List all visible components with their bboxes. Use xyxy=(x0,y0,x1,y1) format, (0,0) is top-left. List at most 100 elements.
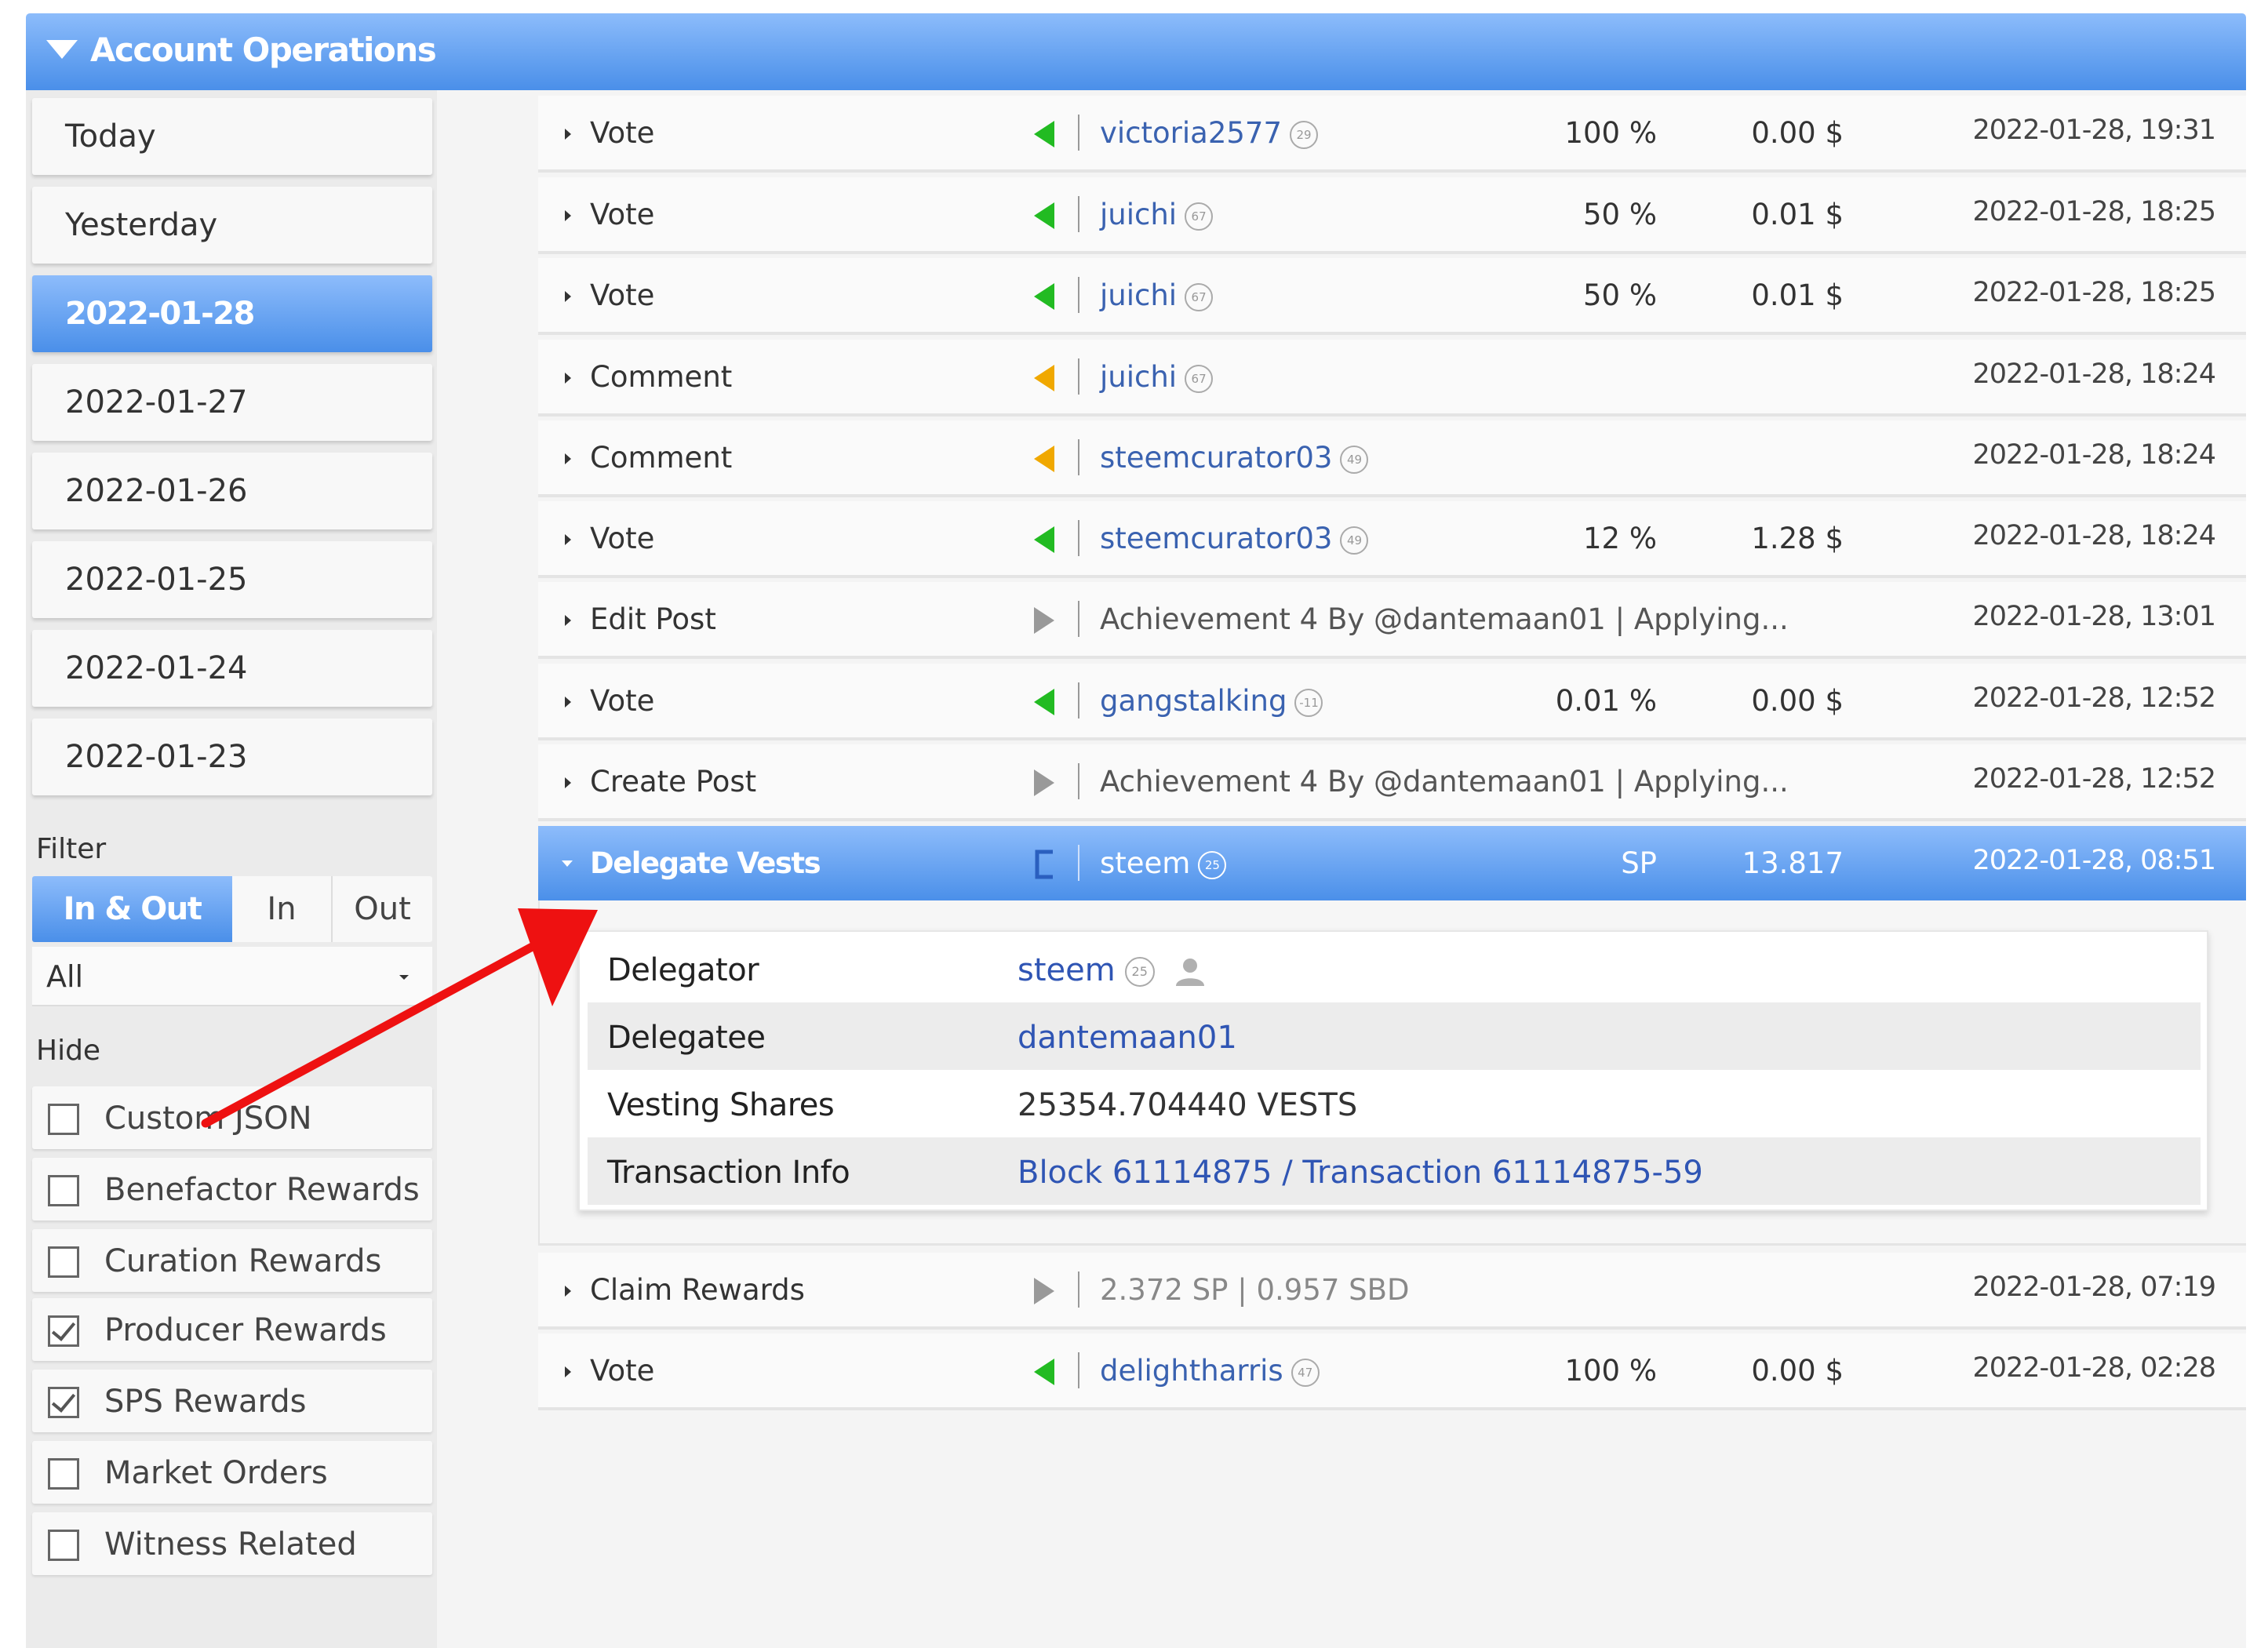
checkbox[interactable] xyxy=(48,1104,79,1135)
caret-right-icon[interactable] xyxy=(565,1366,571,1377)
transaction-link[interactable]: Block 61114875 / Transaction 61114875-59 xyxy=(1018,1155,1703,1191)
operation-row[interactable]: Vote gangstalking -11 0.01 % 0.00 $ 2022-01-2… xyxy=(538,664,2246,740)
reputation-badge: 67 xyxy=(1185,364,1214,393)
hide-market-orders[interactable]: Market Orders xyxy=(32,1441,432,1504)
timestamp: 2022-01-28, 13:01 xyxy=(1972,601,2216,632)
operation-type: Comment xyxy=(590,441,733,475)
date-button-today[interactable]: Today xyxy=(32,98,432,175)
caret-right-icon[interactable] xyxy=(565,777,571,788)
separator xyxy=(1078,763,1079,799)
filter-segmented-control: In & Out In Out xyxy=(32,876,432,942)
date-button-2022-01-27[interactable]: 2022-01-27 xyxy=(32,364,432,441)
checkbox[interactable] xyxy=(48,1530,79,1561)
delegatee-link[interactable]: dantemaan01 xyxy=(1018,1020,1237,1056)
operation-row[interactable]: Create Post Achievement 4 By @dantemaan01… xyxy=(538,744,2246,821)
timestamp: 2022-01-28, 18:25 xyxy=(1972,196,2216,227)
incoming-arrow-icon xyxy=(1034,202,1054,229)
date-button-2022-01-23[interactable]: 2022-01-23 xyxy=(32,718,432,795)
separator xyxy=(1078,358,1079,395)
operation-type: Vote xyxy=(590,1354,655,1388)
separator xyxy=(1078,1352,1079,1388)
operation-row[interactable]: Claim Rewards 2.372 SP | 0.957 SBD 2022-01… xyxy=(538,1253,2246,1330)
separator xyxy=(1078,601,1079,637)
reputation-badge: 25 xyxy=(1124,957,1155,987)
checkbox-checked[interactable] xyxy=(48,1315,79,1347)
outgoing-arrow-icon xyxy=(1034,769,1054,796)
incoming-arrow-icon xyxy=(1034,283,1054,310)
account-link[interactable]: steemcurator03 xyxy=(1100,522,1332,555)
caret-right-icon[interactable] xyxy=(565,291,571,302)
checkbox[interactable] xyxy=(48,1246,79,1278)
operation-row[interactable]: Comment juichi 67 2022-01-28, 18:24 xyxy=(538,340,2246,417)
amount: 0.01 $ xyxy=(1751,198,1844,231)
date-button-2022-01-26[interactable]: 2022-01-26 xyxy=(32,453,432,529)
detail-row-vesting-shares: Vesting Shares 25354.704440 VESTS xyxy=(607,1087,1358,1123)
date-button-2022-01-28[interactable]: 2022-01-28 xyxy=(32,275,432,352)
filter-in-tab[interactable]: In xyxy=(232,876,333,942)
operation-summary: Achievement 4 By @dantemaan01 | Applying… xyxy=(1100,765,1789,799)
account-link[interactable]: delightharris xyxy=(1100,1354,1283,1388)
reputation-badge: -11 xyxy=(1294,688,1323,717)
operation-row[interactable]: Edit Post Achievement 4 By @dantemaan01 |… xyxy=(538,582,2246,659)
date-button-2022-01-24[interactable]: 2022-01-24 xyxy=(32,630,432,707)
filter-out-tab[interactable]: Out xyxy=(333,876,432,942)
operation-row[interactable]: Delegate Vests steem 25 SP 13.817 2022-01-28,… xyxy=(538,826,2246,901)
filter-in-out-tab[interactable]: In & Out xyxy=(32,876,232,942)
account-link[interactable]: juichi xyxy=(1100,360,1177,394)
amount: 13.817 xyxy=(1742,846,1844,880)
caret-right-icon[interactable] xyxy=(565,129,571,140)
separator xyxy=(1078,115,1079,151)
account-link[interactable]: steem xyxy=(1100,846,1190,880)
caret-right-icon[interactable] xyxy=(565,373,571,384)
hide-witness-related[interactable]: Witness Related xyxy=(32,1512,432,1575)
caret-right-icon[interactable] xyxy=(565,534,571,545)
operation-type-select[interactable]: All xyxy=(32,947,432,1006)
operation-row[interactable]: Vote steemcurator03 49 12 % 1.28 $2022-01-28… xyxy=(538,501,2246,578)
account-link[interactable]: steemcurator03 xyxy=(1100,441,1332,475)
operation-row[interactable]: Vote victoria2577 29 100 % 0.00 $ 2022-01-28,… xyxy=(538,96,2246,173)
dropdown-arrow-icon xyxy=(399,975,409,980)
hide-custom-json[interactable]: Custom JSON xyxy=(32,1086,432,1149)
separator xyxy=(1078,1271,1079,1308)
timestamp: 2022-01-28, 07:19 xyxy=(1972,1271,2216,1303)
operation-row[interactable]: Vote juichi 67 50 % 0.01 $ 2022-01-28, 18:25 xyxy=(538,177,2246,254)
account-link[interactable]: juichi xyxy=(1100,198,1177,231)
hide-producer-rewards[interactable]: Producer Rewards xyxy=(32,1298,432,1361)
checkbox[interactable] xyxy=(48,1458,79,1490)
hide-benefactor-rewards[interactable]: Benefactor Rewards xyxy=(32,1158,432,1221)
date-button-yesterday[interactable]: Yesterday xyxy=(32,187,432,264)
caret-right-icon[interactable] xyxy=(565,615,571,626)
incoming-arrow-icon xyxy=(1034,1359,1054,1385)
hide-sps-rewards[interactable]: SPS Rewards xyxy=(32,1370,432,1432)
account-operations-header[interactable]: Account Operations xyxy=(26,13,2246,90)
timestamp: 2022-01-28, 02:28 xyxy=(1972,1352,2216,1384)
account-link[interactable]: juichi xyxy=(1100,278,1177,312)
triangle-down-icon xyxy=(46,40,78,59)
user-icon[interactable] xyxy=(1174,957,1207,987)
caret-right-icon[interactable] xyxy=(565,453,571,464)
caret-right-icon[interactable] xyxy=(565,1286,571,1297)
date-button-2022-01-25[interactable]: 2022-01-25 xyxy=(32,541,432,618)
incoming-arrow-icon xyxy=(1034,121,1054,147)
checkbox-checked[interactable] xyxy=(48,1387,79,1418)
delegator-link[interactable]: steem xyxy=(1018,952,1116,988)
operation-type: Vote xyxy=(590,278,655,312)
operation-row[interactable]: Vote delightharris 47 100 % 0.00 $ 2022-01-28… xyxy=(538,1333,2246,1410)
account-link[interactable]: gangstalking xyxy=(1100,684,1287,718)
separator xyxy=(1078,439,1079,475)
separator xyxy=(1078,277,1079,313)
operation-row[interactable]: Comment steemcurator03 49 2022-01-28, 18:24 xyxy=(538,420,2246,497)
account-link[interactable]: victoria2577 xyxy=(1100,116,1282,150)
outgoing-arrow-icon xyxy=(1034,607,1054,634)
hide-curation-rewards[interactable]: Curation Rewards xyxy=(32,1229,432,1292)
caret-down-icon[interactable] xyxy=(562,860,573,867)
reputation-badge: 49 xyxy=(1340,445,1369,474)
operation-type: Claim Rewards xyxy=(590,1273,805,1307)
caret-right-icon[interactable] xyxy=(565,210,571,221)
detail-row-delegatee: Delegatee dantemaan01 xyxy=(588,1002,2201,1070)
caret-right-icon[interactable] xyxy=(565,697,571,708)
amount: 0.00 $ xyxy=(1751,1354,1844,1388)
operation-row[interactable]: Vote juichi 67 50 % 0.01 $ 2022-01-28, 18:25 xyxy=(538,258,2246,335)
checkbox[interactable] xyxy=(48,1175,79,1206)
amount: 0.01 $ xyxy=(1751,278,1844,312)
